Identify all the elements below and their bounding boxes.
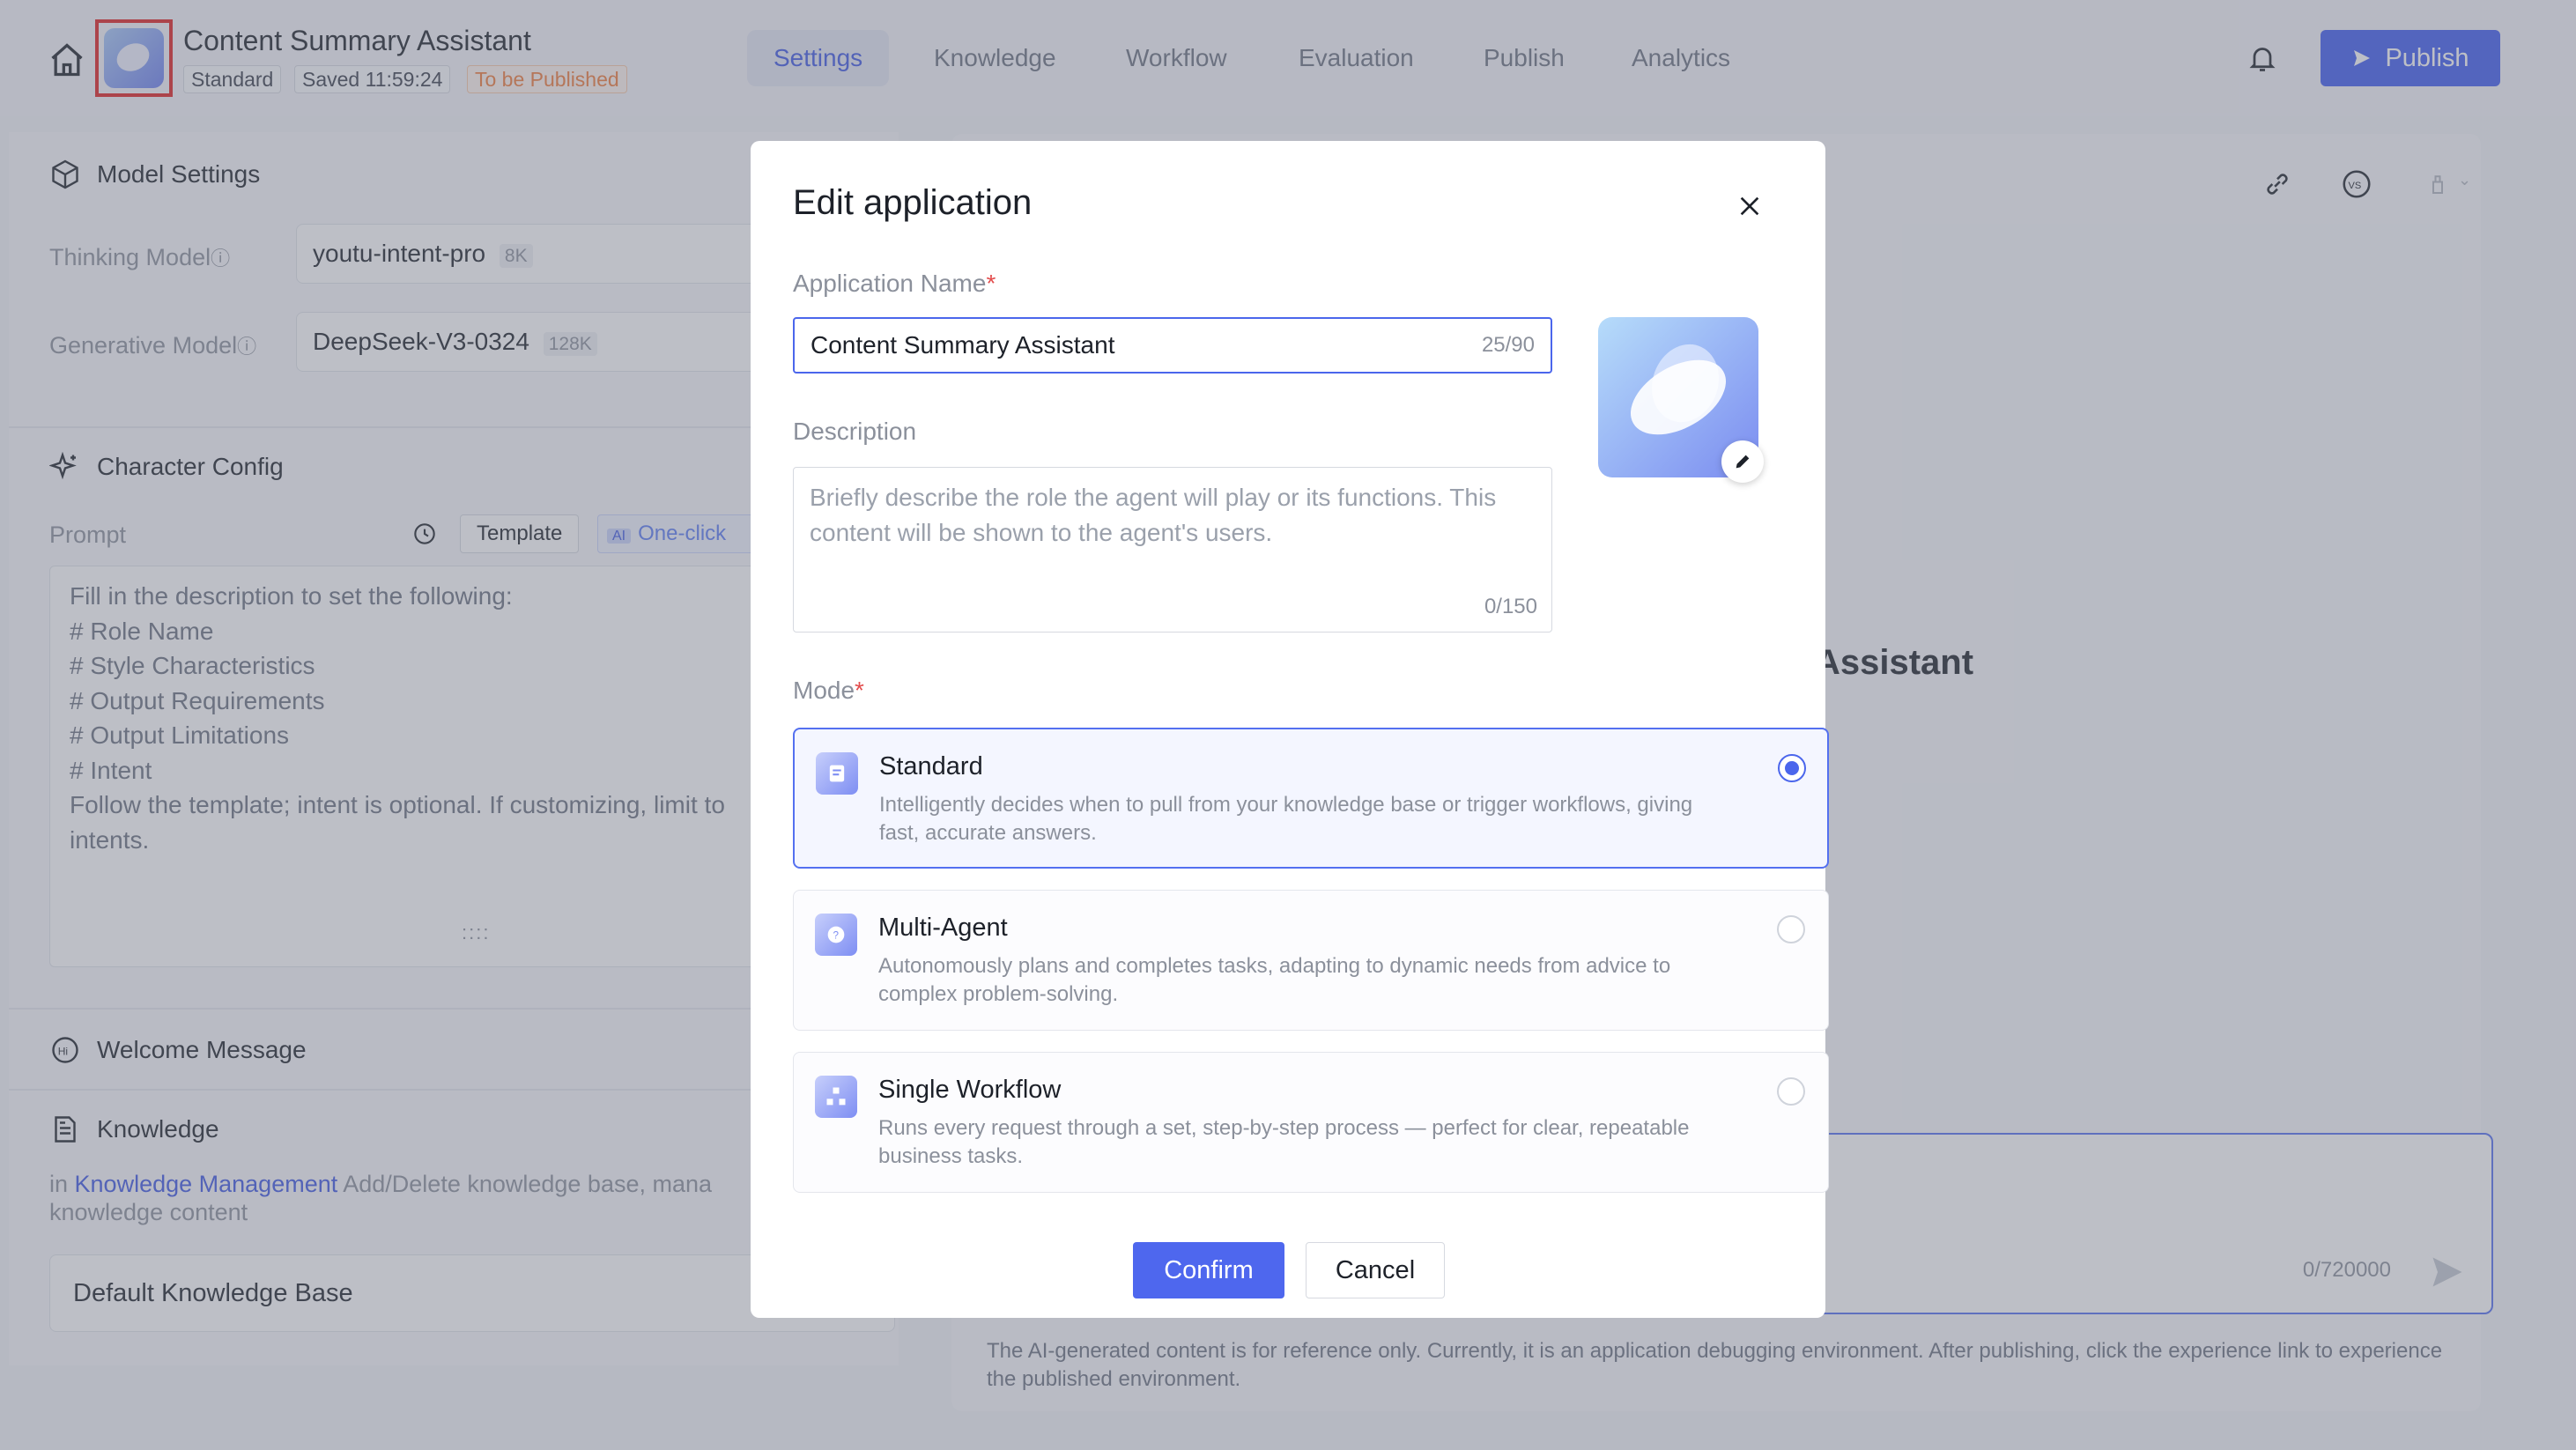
- dialog-title: Edit application: [793, 183, 1033, 222]
- cancel-button[interactable]: Cancel: [1306, 1242, 1445, 1298]
- mode-option-single-workflow[interactable]: Single Workflow Runs every request throu…: [793, 1052, 1829, 1193]
- application-name-label: Application Name*: [793, 270, 996, 297]
- mode-radio-multi-agent[interactable]: [1777, 915, 1805, 943]
- edit-application-dialog: Edit application Application Name* Conte…: [751, 141, 1829, 1318]
- application-avatar[interactable]: [1598, 317, 1764, 483]
- mode-title: Multi-Agent: [878, 914, 1008, 942]
- name-counter: 25/90: [1481, 333, 1535, 357]
- edit-avatar-button[interactable]: [1721, 440, 1764, 483]
- confirm-button[interactable]: Confirm: [1133, 1242, 1284, 1298]
- mode-radio-standard[interactable]: [1778, 754, 1806, 782]
- application-name-input[interactable]: Content Summary Assistant 25/90: [793, 317, 1552, 374]
- mode-option-standard[interactable]: Standard Intelligently decides when to p…: [793, 728, 1829, 869]
- workflow-mode-icon: [815, 1076, 857, 1118]
- mode-radio-single-workflow[interactable]: [1777, 1077, 1805, 1106]
- standard-mode-icon: [816, 752, 858, 795]
- multi-agent-mode-icon: ?: [815, 914, 857, 956]
- mode-description: Autonomously plans and completes tasks, …: [878, 954, 1671, 1006]
- mode-title: Standard: [879, 752, 983, 780]
- application-name-value: Content Summary Assistant: [811, 331, 1115, 359]
- mode-label: Mode*: [793, 677, 864, 704]
- description-placeholder: Briefly describe the role the agent will…: [810, 484, 1497, 546]
- mode-description: Intelligently decides when to pull from …: [879, 793, 1693, 845]
- pencil-icon: [1736, 455, 1750, 469]
- svg-text:?: ?: [833, 930, 840, 942]
- description-counter: 0/150: [1484, 595, 1537, 618]
- mode-option-multi-agent[interactable]: ? Multi-Agent Autonomously plans and com…: [793, 890, 1829, 1031]
- description-textarea[interactable]: Briefly describe the role the agent will…: [793, 467, 1552, 633]
- close-icon[interactable]: [1736, 192, 1764, 220]
- description-label: Description: [793, 418, 917, 445]
- mode-title: Single Workflow: [878, 1076, 1062, 1104]
- mode-description: Runs every request through a set, step-b…: [878, 1116, 1690, 1168]
